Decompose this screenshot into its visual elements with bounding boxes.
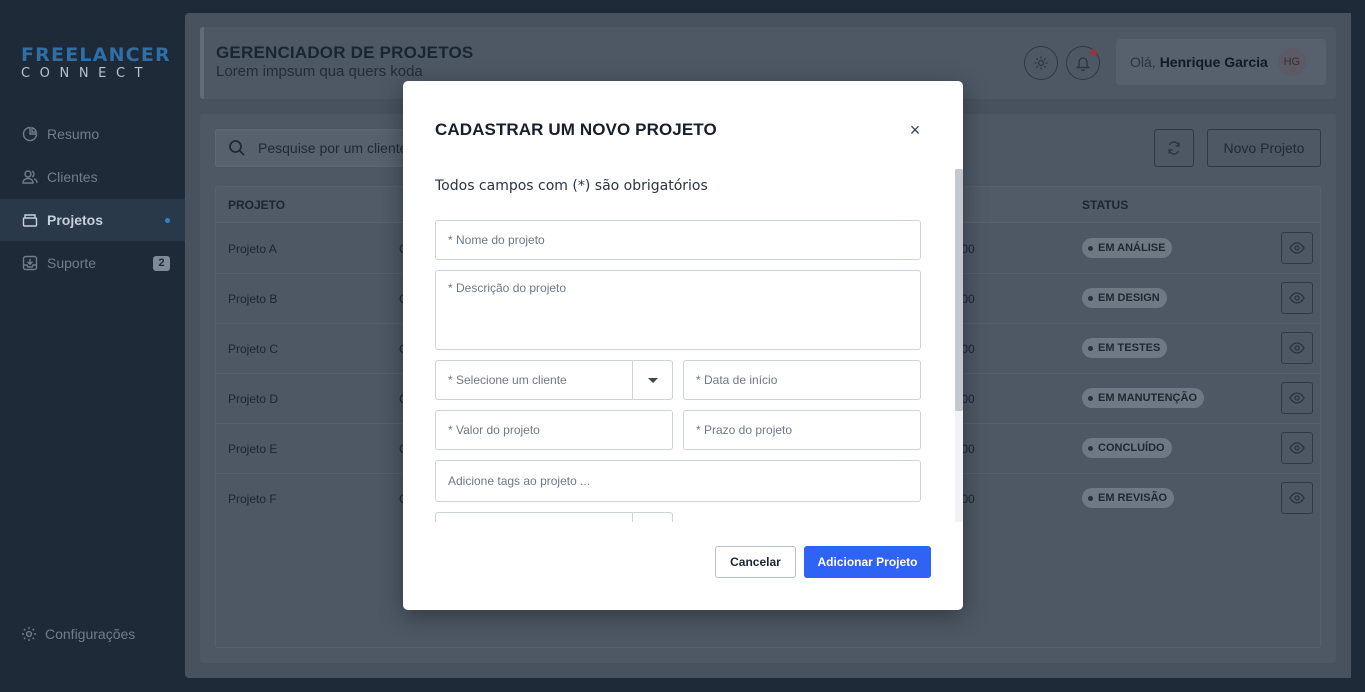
chevron-down-icon[interactable] bbox=[632, 361, 672, 399]
close-icon[interactable]: × bbox=[903, 119, 927, 143]
field-placeholder: * Data de início bbox=[696, 373, 778, 387]
required-note: Todos campos com (*) são obrigatórios bbox=[435, 178, 708, 194]
field-placeholder: * Nome do projeto bbox=[448, 233, 545, 247]
modal-title: CADASTRAR UM NOVO PROJETO bbox=[435, 120, 717, 139]
project-value-field[interactable]: * Valor do projeto bbox=[435, 410, 673, 450]
field-placeholder: * Prazo do projeto bbox=[696, 423, 793, 437]
add-project-button[interactable]: Adicionar Projeto bbox=[804, 546, 931, 578]
field-placeholder: * Selecione um cliente bbox=[448, 373, 567, 387]
field-placeholder: * Valor do projeto bbox=[448, 423, 540, 437]
project-description-field[interactable]: * Descrição do projeto bbox=[435, 270, 921, 350]
field-placeholder: Adicione tags ao projeto ... bbox=[448, 474, 591, 488]
partial-select-field[interactable] bbox=[435, 512, 673, 522]
project-name-field[interactable]: * Nome do projeto bbox=[435, 220, 921, 260]
client-select[interactable]: * Selecione um cliente bbox=[435, 360, 673, 400]
field-placeholder: * Descrição do projeto bbox=[448, 281, 567, 295]
tags-input[interactable]: Adicione tags ao projeto ... bbox=[435, 460, 921, 502]
project-deadline-field[interactable]: * Prazo do projeto bbox=[683, 410, 921, 450]
modal-scrollbar[interactable] bbox=[955, 169, 963, 522]
modal-form: Todos campos com (*) são obrigatórios * … bbox=[403, 169, 963, 522]
chevron-down-icon[interactable] bbox=[632, 513, 672, 522]
scrollbar-thumb[interactable] bbox=[955, 169, 963, 411]
start-date-field[interactable]: * Data de início bbox=[683, 360, 921, 400]
new-project-modal: CADASTRAR UM NOVO PROJETO × Todos campos… bbox=[403, 81, 963, 610]
cancel-button[interactable]: Cancelar bbox=[715, 546, 796, 578]
